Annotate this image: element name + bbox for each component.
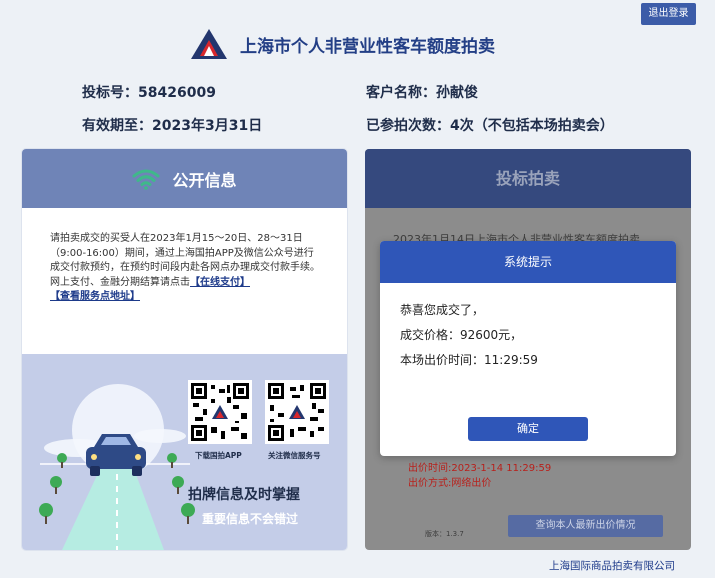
participation-count: 已参拍次数：4次（不包括本场拍卖会） xyxy=(366,115,614,135)
participation-count-value: 4次（不包括本场拍卖会） xyxy=(450,118,614,134)
site-title: 上海市个人非营业性客车额度拍卖 xyxy=(240,36,495,57)
qr-app-label: 下载国拍APP xyxy=(195,451,242,460)
system-alert-dialog: 系统提示 恭喜您成交了， 成交价格：92600元， 本场出价时间：11:29:5… xyxy=(380,241,676,456)
logout-button[interactable]: 退出登录 xyxy=(641,3,696,25)
bid-number-label: 投标号： xyxy=(82,85,138,101)
confirm-button[interactable]: 确定 xyxy=(468,417,588,441)
qr-code-app xyxy=(188,380,252,444)
wifi-icon xyxy=(132,169,160,190)
dialog-title: 系统提示 xyxy=(380,241,676,283)
qr-wechat-label: 关注微信服务号 xyxy=(268,451,321,460)
dialog-congrats-text: 恭喜您成交了， xyxy=(400,303,485,317)
public-info-title: 公开信息 xyxy=(172,170,237,190)
promo-banner: 下载国拍APP 关注微信服务号 拍牌信息及时掌握 重要信息不会错过 xyxy=(22,354,347,550)
valid-until-value: 2023年3月31日 xyxy=(152,118,263,134)
service-point-link[interactable]: 【查看服务点地址】 xyxy=(50,291,140,302)
qr-code-wechat xyxy=(265,380,329,444)
customer-name-value: 孙献俊 xyxy=(436,85,478,101)
qr-code-icon xyxy=(191,383,249,441)
site-header: 上海市个人非营业性客车额度拍卖 xyxy=(190,24,550,64)
promo-slogan-main: 拍牌信息及时掌握 xyxy=(188,487,300,503)
notice-text-2: 网上支付、金融分期结算请点击 xyxy=(50,276,190,288)
qr-code-icon xyxy=(268,383,326,441)
customer-name: 客户名称：孙献俊 xyxy=(366,82,478,102)
promo-slogan-sub: 重要信息不会错过 xyxy=(202,512,299,526)
query-latest-bid-button[interactable]: 查询本人最新出价情况 xyxy=(508,515,663,537)
dialog-time-text: 本场出价时间：11:29:59 xyxy=(400,353,538,367)
bid-number: 投标号：58426009 xyxy=(82,82,216,102)
valid-until: 有效期至：2023年3月31日 xyxy=(82,115,262,135)
version-text: 版本：1.3.7 xyxy=(425,530,464,538)
customer-name-label: 客户名称： xyxy=(366,85,436,101)
participation-count-label: 已参拍次数： xyxy=(366,118,450,134)
dialog-price-text: 成交价格：92600元， xyxy=(400,328,523,342)
valid-until-label: 有效期至： xyxy=(82,118,152,134)
public-info-panel: 公开信息 请拍卖成交的买受人在2023年1月15～20日、28～31日（9:00… xyxy=(22,149,347,550)
online-pay-link[interactable]: 【在线支付】 xyxy=(190,277,250,288)
bid-panel-title: 投标拍卖 xyxy=(365,149,691,208)
bid-number-value: 58426009 xyxy=(138,85,216,101)
bid-time-text: 出价时间:2023-1-14 11:29:59 xyxy=(408,463,552,474)
notice-text: 请拍卖成交的买受人在2023年1月15～20日、28～31日（9:00-16:0… xyxy=(50,233,320,273)
bid-method-text: 出价方式:网络出价 xyxy=(408,478,492,489)
public-info-header: 公开信息 xyxy=(22,149,347,208)
auction-logo-icon xyxy=(191,29,227,59)
footer-company: 上海国际商品拍卖有限公司 xyxy=(549,560,675,572)
payment-notice: 请拍卖成交的买受人在2023年1月15～20日、28～31日（9:00-16:0… xyxy=(22,208,347,354)
